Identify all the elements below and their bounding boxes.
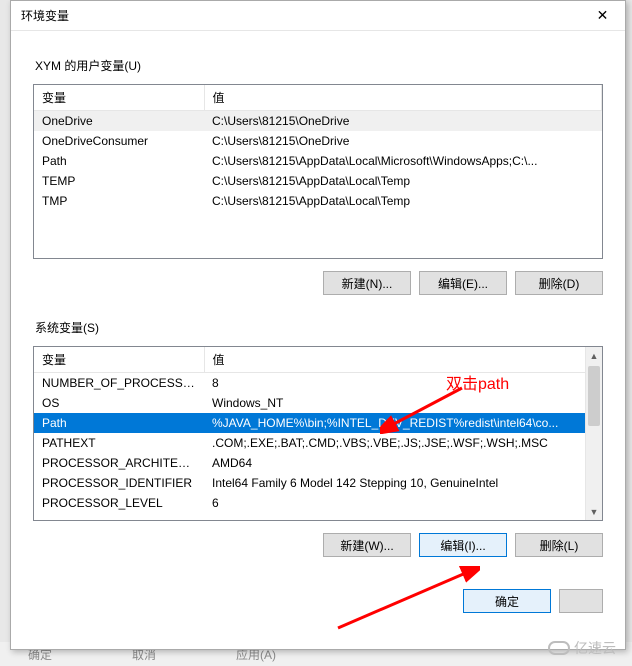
- scroll-thumb[interactable]: [588, 366, 600, 426]
- close-icon: ✕: [597, 7, 609, 24]
- col-name[interactable]: 变量: [34, 85, 204, 111]
- system-edit-button[interactable]: 编辑(I)...: [419, 533, 507, 557]
- table-row[interactable]: PATHEXT.COM;.EXE;.BAT;.CMD;.VBS;.VBE;.JS…: [34, 433, 602, 453]
- titlebar[interactable]: 环境变量 ✕: [11, 1, 625, 31]
- system-delete-button[interactable]: 删除(L): [515, 533, 603, 557]
- table-row[interactable]: PROCESSOR_IDENTIFIERIntel64 Family 6 Mod…: [34, 473, 602, 493]
- user-vars-table[interactable]: 变量 值 OneDriveC:\Users\81215\OneDrive One…: [33, 84, 603, 259]
- table-row[interactable]: NUMBER_OF_PROCESSORS8: [34, 373, 602, 394]
- scrollbar[interactable]: ▲ ▼: [585, 347, 602, 520]
- col-value[interactable]: 值: [204, 347, 602, 373]
- table-row[interactable]: OneDriveConsumerC:\Users\81215\OneDrive: [34, 131, 602, 151]
- user-new-button[interactable]: 新建(N)...: [323, 271, 411, 295]
- system-vars-label: 系统变量(S): [35, 319, 603, 336]
- user-delete-button[interactable]: 删除(D): [515, 271, 603, 295]
- col-value[interactable]: 值: [204, 85, 602, 111]
- user-edit-button[interactable]: 编辑(E)...: [419, 271, 507, 295]
- ok-button[interactable]: 确定: [463, 589, 551, 613]
- table-row[interactable]: PROCESSOR_LEVEL6: [34, 493, 602, 513]
- col-name[interactable]: 变量: [34, 347, 204, 373]
- table-row[interactable]: TEMPC:\Users\81215\AppData\Local\Temp: [34, 171, 602, 191]
- table-row[interactable]: OSWindows_NT: [34, 393, 602, 413]
- scroll-up-icon[interactable]: ▲: [586, 347, 602, 364]
- table-row[interactable]: TMPC:\Users\81215\AppData\Local\Temp: [34, 191, 602, 211]
- system-new-button[interactable]: 新建(W)...: [323, 533, 411, 557]
- user-vars-label: XYM 的用户变量(U): [35, 57, 603, 74]
- table-row[interactable]: PathC:\Users\81215\AppData\Local\Microso…: [34, 151, 602, 171]
- table-row[interactable]: OneDriveC:\Users\81215\OneDrive: [34, 111, 602, 132]
- env-vars-dialog: 环境变量 ✕ XYM 的用户变量(U) 变量 值 OneDriveC:\User…: [10, 0, 626, 650]
- table-row[interactable]: PROCESSOR_ARCHITECT...AMD64: [34, 453, 602, 473]
- window-title: 环境变量: [21, 7, 580, 24]
- table-row-path[interactable]: Path%JAVA_HOME%\bin;%INTEL_DEV_REDIST%re…: [34, 413, 602, 433]
- system-vars-table[interactable]: 变量 值 NUMBER_OF_PROCESSORS8 OSWindows_NT …: [33, 346, 603, 521]
- close-button[interactable]: ✕: [580, 1, 625, 31]
- cancel-button[interactable]: [559, 589, 603, 613]
- scroll-down-icon[interactable]: ▼: [586, 503, 602, 520]
